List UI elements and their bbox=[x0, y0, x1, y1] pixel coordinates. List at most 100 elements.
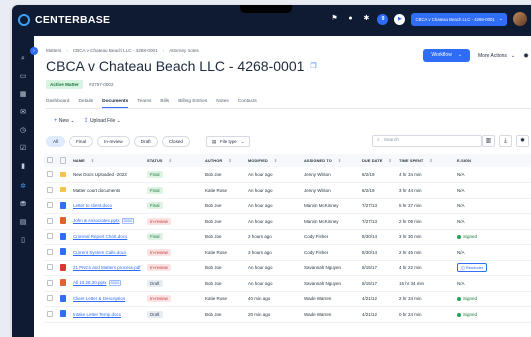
tab-documents[interactable]: Documents bbox=[102, 99, 129, 108]
tab-details[interactable]: Details bbox=[78, 99, 93, 108]
status-badge[interactable]: Final bbox=[147, 202, 163, 210]
document-name[interactable]: John & Associates.pptx bbox=[73, 218, 120, 223]
select-all-checkbox[interactable] bbox=[47, 157, 53, 163]
table-row[interactable]: Letter to client.docx Final Bob Joe An hour… bbox=[44, 198, 531, 214]
document-name[interactable]: All 10.28.20.pptx bbox=[73, 280, 107, 285]
status-badge[interactable]: In-review bbox=[147, 248, 171, 256]
column-header-time-spent[interactable]: TIME SPENT ⇕ bbox=[396, 154, 454, 167]
table-row[interactable]: John & Associates.pptx SDDS In-review Bob J… bbox=[44, 214, 531, 229]
row-checkbox[interactable] bbox=[47, 202, 53, 209]
filter-in-review[interactable]: In-review bbox=[97, 136, 130, 147]
gear-icon[interactable]: ✹ bbox=[516, 135, 529, 147]
search-icon[interactable]: ⌕ bbox=[18, 54, 28, 64]
download-icon[interactable]: ⤓ bbox=[499, 135, 512, 147]
filter-all[interactable]: All bbox=[46, 136, 66, 147]
row-checkbox[interactable] bbox=[47, 171, 53, 177]
document-name[interactable]: New Docs Uploaded -2023 bbox=[73, 172, 127, 177]
columns-icon[interactable]: ▥ bbox=[482, 135, 495, 147]
table-row[interactable]: Current System Calls.docx In-review Katie … bbox=[44, 245, 531, 260]
row-checkbox[interactable] bbox=[47, 279, 53, 286]
row-checkbox[interactable] bbox=[47, 264, 53, 271]
tab-contacts[interactable]: Contacts bbox=[238, 99, 257, 108]
mail-icon[interactable]: ✉ bbox=[18, 108, 28, 118]
file-type-dropdown[interactable]: ▤ File type ⌄ bbox=[206, 136, 251, 147]
signed-dot-icon bbox=[457, 297, 461, 302]
document-name[interactable]: Matter court documents bbox=[73, 188, 120, 193]
breadcrumb-matters[interactable]: Matters bbox=[46, 48, 61, 53]
column-header-esign[interactable]: E-SIGN bbox=[454, 154, 531, 167]
filter-final[interactable]: Final bbox=[69, 136, 94, 147]
counter-badge[interactable]: 9 bbox=[377, 13, 389, 25]
tab-teams[interactable]: Teams bbox=[137, 99, 151, 108]
table-row[interactable]: Client Letter & Description In-review Kati… bbox=[44, 291, 531, 307]
filter-draft[interactable]: Draft bbox=[133, 136, 158, 147]
tab-dashboard[interactable]: Dashboard bbox=[46, 99, 69, 108]
tasks-icon[interactable]: ☑ bbox=[18, 144, 28, 154]
row-checkbox[interactable] bbox=[47, 295, 53, 302]
billing-icon[interactable]: ▤ bbox=[18, 218, 28, 228]
table-row[interactable]: Criminal Report Chart.docx Final Bob Joe 2 … bbox=[44, 229, 531, 245]
row-checkbox[interactable] bbox=[47, 186, 53, 193]
calendar-icon[interactable]: ▦ bbox=[18, 90, 28, 100]
row-checkbox[interactable] bbox=[47, 310, 53, 317]
status-badge[interactable]: In-review bbox=[147, 264, 171, 272]
status-badge[interactable]: Final bbox=[147, 171, 163, 178]
clock-icon[interactable]: ◷ bbox=[18, 126, 28, 136]
status-badge[interactable]: Draft bbox=[147, 310, 163, 318]
table-row[interactable]: All 10.28.20.pptx SDDS Draft Bob Joe An hour… bbox=[44, 276, 531, 291]
column-header-name[interactable]: NAME ⇕ bbox=[70, 154, 144, 167]
table-row[interactable]: Intake Letter Temp.docx Draft Bob Joe 20 mi… bbox=[44, 307, 531, 322]
column-header-author[interactable]: AUTHOR ⇕ bbox=[202, 154, 245, 167]
bell-icon[interactable]: ● bbox=[345, 14, 355, 24]
new-button[interactable]: + New ⌄ bbox=[54, 118, 75, 124]
status-badge[interactable]: Draft bbox=[147, 279, 163, 287]
status-badge[interactable]: In-review bbox=[147, 295, 171, 303]
copy-icon[interactable]: ❐ bbox=[310, 62, 316, 70]
document-name[interactable]: 21 PNCs and Matters process.pdf bbox=[73, 265, 141, 270]
column-header-due-date[interactable]: DUE DATE ⇕ bbox=[359, 154, 396, 167]
reports-icon[interactable]: ▮ bbox=[18, 162, 28, 172]
time-spent-cell: 3 hr 30 min bbox=[399, 234, 422, 240]
help-icon[interactable]: ✱ bbox=[361, 14, 371, 24]
column-header-status[interactable]: STATUS ⇕ bbox=[144, 154, 202, 167]
documents-icon[interactable]: ▯ bbox=[18, 236, 28, 246]
tab-billing-entries[interactable]: Billing Entries bbox=[178, 99, 207, 108]
column-header-assigned[interactable]: ASSIGNED TO ⇕ bbox=[301, 154, 359, 167]
search-input[interactable]: ⌕ Search bbox=[372, 135, 482, 147]
filter-closed[interactable]: Closed bbox=[161, 136, 190, 147]
document-name[interactable]: Criminal Report Chart.docx bbox=[73, 234, 127, 239]
document-name[interactable]: Intake Letter Temp.docx bbox=[73, 312, 121, 317]
assigned-cell: Wade Warren bbox=[304, 311, 332, 317]
avatar[interactable] bbox=[513, 12, 527, 26]
brand[interactable]: CENTERBASE bbox=[18, 14, 110, 26]
play-icon[interactable]: ▶ bbox=[394, 13, 406, 25]
document-name[interactable]: Current System Calls.docx bbox=[73, 250, 126, 255]
more-actions-button[interactable]: More Actions ⌄ bbox=[478, 53, 515, 59]
row-checkbox[interactable] bbox=[47, 217, 53, 224]
document-name[interactable]: Client Letter & Description bbox=[73, 296, 125, 301]
row-checkbox[interactable] bbox=[47, 248, 53, 255]
reminder-button[interactable]: ◫ Reminder bbox=[457, 263, 488, 273]
inbox-icon[interactable]: ▭ bbox=[18, 72, 28, 82]
active-matter-selector[interactable]: CBCA v Chateau Beach LLC - 4268-0001 ⌄ bbox=[411, 12, 507, 26]
column-header-modified[interactable]: MODIFIED ⇕ bbox=[245, 154, 301, 167]
table-row[interactable]: New Docs Uploaded -2023 Final Bob Joe An ho… bbox=[44, 167, 531, 183]
tab-notes[interactable]: Notes bbox=[216, 99, 229, 108]
workflow-button[interactable]: Workflow ⌄ bbox=[423, 49, 471, 62]
gear-icon[interactable]: ✹ bbox=[523, 52, 529, 60]
row-checkbox[interactable] bbox=[47, 233, 53, 240]
breadcrumb-matter[interactable]: CBCA v Chateau Beach LLC - 4268-0001 bbox=[73, 48, 158, 53]
word-file-icon bbox=[60, 201, 66, 209]
table-row[interactable]: 21 PNCs and Matters process.pdf In-review… bbox=[44, 260, 531, 276]
status-badge[interactable]: Final bbox=[147, 186, 163, 194]
tab-bills[interactable]: Bills bbox=[160, 99, 169, 108]
matters-icon[interactable]: ✲ bbox=[18, 182, 28, 192]
table-row[interactable]: Matter court documents Final Katie Rose An … bbox=[44, 183, 531, 198]
upload-file-button[interactable]: ⇪ Upload File ⌄ bbox=[84, 117, 121, 124]
status-badge[interactable]: Final bbox=[147, 233, 163, 241]
document-name[interactable]: Letter to client.docx bbox=[73, 203, 112, 208]
flag-icon[interactable]: ⚑ bbox=[329, 14, 339, 24]
status-badge[interactable]: In-review bbox=[147, 217, 171, 225]
contacts-icon[interactable]: ⛃ bbox=[18, 200, 28, 210]
sidebar-collapse-button[interactable]: › bbox=[30, 47, 38, 55]
